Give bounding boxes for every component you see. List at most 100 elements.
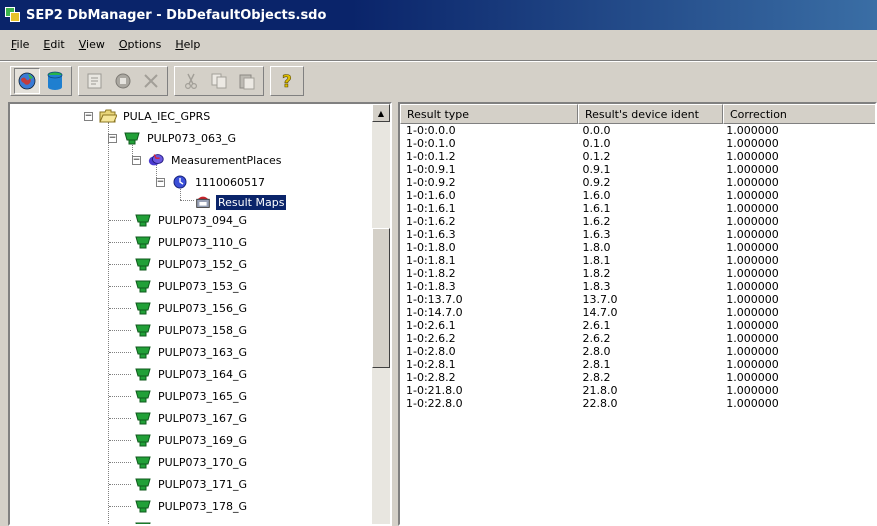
tree-node-device[interactable]: PULP073_152_G	[134, 254, 249, 274]
cell-device-ident: 1.8.3	[582, 280, 611, 293]
list-row[interactable]: 1-0:22.8.0 22.8.0 1.000000	[400, 397, 875, 410]
tree-node-root[interactable]: − PULA_IEC_GPRS	[84, 106, 212, 126]
list-row[interactable]: 1-0:13.7.0 13.7.0 1.000000	[400, 293, 875, 306]
column-device-ident[interactable]: Result's device ident	[578, 104, 723, 124]
cell-correction: 1.000000	[726, 267, 779, 280]
tree-node-device[interactable]: PULP073_178_G	[134, 496, 249, 516]
menu-help[interactable]: Help	[168, 36, 207, 53]
tree-connector	[109, 330, 131, 331]
paste-button[interactable]	[234, 68, 260, 94]
tree-node-device[interactable]: PULP073_165_G	[134, 386, 249, 406]
tree-node-device[interactable]: PULP073_158_G	[134, 320, 249, 340]
cell-correction: 1.000000	[726, 319, 779, 332]
list-row[interactable]: 1-0:1.6.1 1.6.1 1.000000	[400, 202, 875, 215]
tree-node-result-maps[interactable]: Result Maps	[194, 192, 288, 212]
device-icon	[134, 300, 152, 316]
folder-open-icon	[99, 108, 117, 124]
tree-node-device[interactable]: PULP073_167_G	[134, 408, 249, 428]
list-row[interactable]: 1-0:2.6.2 2.6.2 1.000000	[400, 332, 875, 345]
cell-result-type: 1-0:14.7.0	[406, 306, 463, 319]
cell-correction: 1.000000	[726, 176, 779, 189]
list-row[interactable]: 1-0:2.8.2 2.8.2 1.000000	[400, 371, 875, 384]
globe-button[interactable]	[14, 68, 40, 94]
copy-button[interactable]	[206, 68, 232, 94]
cell-result-type: 1-0:1.8.1	[406, 254, 456, 267]
tree-node-device[interactable]: PULP073_163_G	[134, 342, 249, 362]
scroll-thumb[interactable]	[372, 228, 390, 368]
list-row[interactable]: 1-0:0.1.0 0.1.0 1.000000	[400, 137, 875, 150]
list-row[interactable]: 1-0:1.8.0 1.8.0 1.000000	[400, 241, 875, 254]
tree-node-device[interactable]: PULP073_169_G	[134, 430, 249, 450]
tree-label-device: PULP073_152_G	[158, 257, 247, 271]
menu-edit[interactable]: Edit	[36, 36, 71, 53]
tree-label-measurement-places: MeasurementPlaces	[171, 153, 282, 167]
cell-device-ident: 0.9.2	[582, 176, 611, 189]
tree-connector	[109, 352, 131, 353]
cell-result-type: 1-0:1.6.0	[406, 189, 456, 202]
properties-button[interactable]	[82, 68, 108, 94]
object-tree[interactable]: − PULA_IEC_GPRS − PULP073_063_G − Measur…	[8, 102, 392, 526]
column-correction[interactable]: Correction	[723, 104, 875, 124]
menu-view[interactable]: View	[72, 36, 112, 53]
cut-button[interactable]	[178, 68, 204, 94]
list-row[interactable]: 1-0:2.8.0 2.8.0 1.000000	[400, 345, 875, 358]
menu-options[interactable]: Options	[112, 36, 168, 53]
tree-node-device[interactable]: PULP073_094_G	[134, 210, 249, 230]
place-icon	[171, 174, 189, 190]
cell-device-ident: 2.6.2	[582, 332, 611, 345]
tree-label-device: PULP073_169_G	[158, 433, 247, 447]
cell-result-type: 1-0:13.7.0	[406, 293, 463, 306]
list-row[interactable]: 1-0:1.6.0 1.6.0 1.000000	[400, 189, 875, 202]
list-row[interactable]: 1-0:1.8.1 1.8.1 1.000000	[400, 254, 875, 267]
measurement-places-icon	[147, 152, 165, 168]
list-row[interactable]: 1-0:1.6.3 1.6.3 1.000000	[400, 228, 875, 241]
tree-node-device[interactable]: PULP073_164_G	[134, 364, 249, 384]
delete-button[interactable]	[138, 68, 164, 94]
tree-scrollbar[interactable]: ▲	[372, 104, 390, 524]
help-button[interactable]: ?	[274, 68, 300, 94]
column-result-type[interactable]: Result type	[400, 104, 578, 124]
cell-result-type: 1-0:0.1.2	[406, 150, 456, 163]
list-row[interactable]: 1-0:0.1.2 0.1.2 1.000000	[400, 150, 875, 163]
list-row[interactable]: 1-0:0.9.1 0.9.1 1.000000	[400, 163, 875, 176]
cell-device-ident: 0.0.0	[582, 124, 611, 137]
list-row[interactable]: 1-0:2.6.1 2.6.1 1.000000	[400, 319, 875, 332]
title-bar[interactable]: SEP2 DbManager - DbDefaultObjects.sdo	[0, 0, 877, 30]
list-row[interactable]: 1-0:1.6.2 1.6.2 1.000000	[400, 215, 875, 228]
tree-connector	[109, 484, 131, 485]
tree-connector	[109, 440, 131, 441]
tree-node-device[interactable]: PULP073_171_G	[134, 474, 249, 494]
cell-device-ident: 2.6.1	[582, 319, 611, 332]
list-row[interactable]: 1-0:0.9.2 0.9.2 1.000000	[400, 176, 875, 189]
tree-node-device[interactable]: PULP073_170_G	[134, 452, 249, 472]
collapse-toggle[interactable]: −	[108, 133, 117, 143]
tree-node-device[interactable]: − PULP073_063_G	[108, 128, 238, 148]
cell-correction: 1.000000	[726, 137, 779, 150]
list-row[interactable]: 1-0:14.7.0 14.7.0 1.000000	[400, 306, 875, 319]
cell-device-ident: 2.8.0	[582, 345, 611, 358]
collapse-toggle[interactable]: −	[156, 177, 165, 187]
tree-node-device[interactable]: PULP073_110_G	[134, 232, 249, 252]
list-row[interactable]: 1-0:21.8.0 21.8.0 1.000000	[400, 384, 875, 397]
collapse-toggle[interactable]: −	[132, 155, 141, 165]
list-row[interactable]: 1-0:0.0.0 0.0.0 1.000000	[400, 124, 875, 137]
tree-node-place[interactable]: − 1110060517	[156, 172, 267, 192]
svg-text:?: ?	[282, 72, 292, 91]
stop-button[interactable]	[110, 68, 136, 94]
tree-node-device[interactable]: PULP073_153_G	[134, 276, 249, 296]
delete-icon	[144, 74, 158, 88]
device-icon	[134, 322, 152, 338]
result-list[interactable]: Result type Result's device ident Correc…	[398, 102, 877, 526]
tree-node-device[interactable]: PULP073_180_G	[134, 518, 249, 524]
cut-icon	[184, 73, 198, 90]
tree-node-measurement-places[interactable]: − MeasurementPlaces	[132, 150, 284, 170]
collapse-toggle[interactable]: −	[84, 111, 93, 121]
tree-node-device[interactable]: PULP073_156_G	[134, 298, 249, 318]
database-button[interactable]	[42, 68, 68, 94]
menu-file[interactable]: File	[4, 36, 36, 53]
device-icon	[134, 212, 152, 228]
scroll-up-arrow-icon[interactable]: ▲	[372, 104, 390, 122]
list-row[interactable]: 1-0:2.8.1 2.8.1 1.000000	[400, 358, 875, 371]
list-row[interactable]: 1-0:1.8.2 1.8.2 1.000000	[400, 267, 875, 280]
list-row[interactable]: 1-0:1.8.3 1.8.3 1.000000	[400, 280, 875, 293]
